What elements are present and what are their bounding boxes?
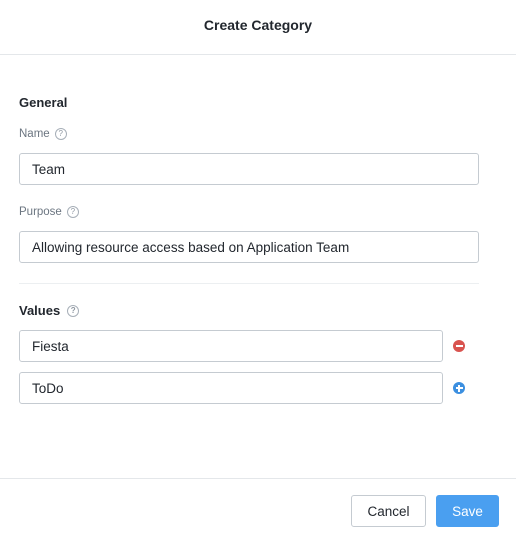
footer-divider	[0, 478, 516, 479]
values-heading-row: Values ?	[19, 303, 80, 318]
cancel-button[interactable]: Cancel	[351, 495, 426, 527]
minus-bar	[455, 345, 463, 347]
values-section-heading: Values	[19, 303, 61, 318]
question-circle-icon[interactable]: ?	[66, 206, 79, 218]
section-divider	[19, 283, 479, 284]
plus-circle-icon[interactable]	[453, 382, 465, 394]
value-input-2[interactable]	[19, 372, 443, 404]
purpose-label-row: Purpose ?	[19, 206, 79, 218]
name-label: Name	[19, 128, 50, 140]
name-input[interactable]	[19, 153, 479, 185]
question-circle-icon[interactable]: ?	[67, 304, 80, 317]
value-input-1[interactable]	[19, 330, 443, 362]
dialog-title: Create Category	[203, 17, 313, 33]
plus-bar-vertical	[458, 384, 460, 392]
question-circle-icon[interactable]: ?	[54, 128, 67, 140]
purpose-input[interactable]	[19, 231, 479, 263]
save-button[interactable]: Save	[436, 495, 499, 527]
name-label-row: Name ?	[19, 128, 67, 140]
general-section-heading: General	[19, 95, 68, 110]
minus-circle-icon[interactable]	[453, 340, 465, 352]
dialog-header: Create Category	[0, 0, 516, 55]
purpose-label: Purpose	[19, 206, 62, 218]
